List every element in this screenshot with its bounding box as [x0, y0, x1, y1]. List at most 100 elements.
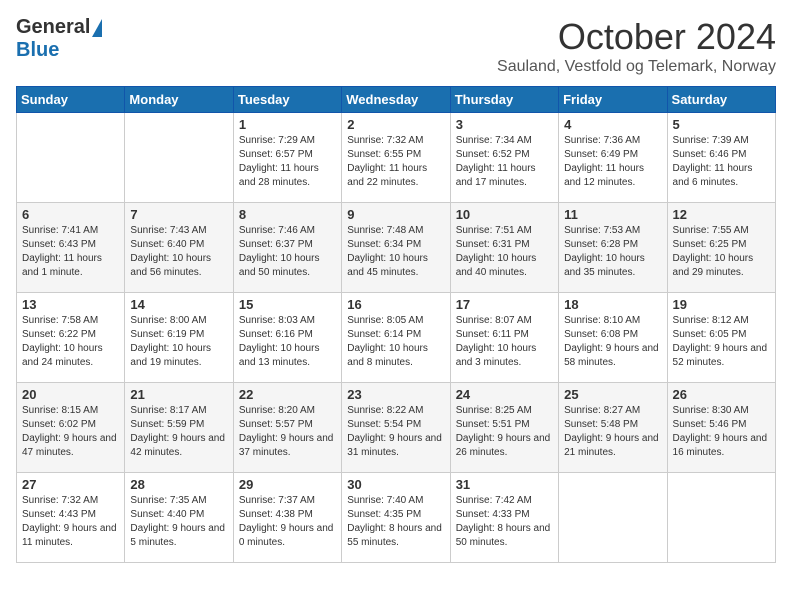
day-number: 28	[130, 477, 227, 492]
table-row: 28 Sunrise: 7:35 AMSunset: 4:40 PMDayligh…	[125, 473, 233, 563]
day-number: 25	[564, 387, 661, 402]
sunrise-text: Sunrise: 7:39 AM	[673, 134, 770, 148]
table-row	[559, 473, 667, 563]
sunset-text: Sunset: 5:51 PM	[456, 418, 553, 432]
sunset-text: Sunset: 6:16 PM	[239, 328, 336, 342]
sunset-text: Sunset: 5:57 PM	[239, 418, 336, 432]
header-friday: Friday	[559, 87, 667, 113]
sunrise-text: Sunrise: 8:20 AM	[239, 404, 336, 418]
table-row: 9Sunrise: 7:48 AMSunset: 6:34 PMDaylight…	[342, 203, 450, 293]
table-row: 26Sunrise: 8:30 AMSunset: 5:46 PMDayligh…	[667, 383, 775, 473]
sunset-text: Sunset: 6:31 PM	[456, 238, 553, 252]
day-info: Sunrise: 8:17 AMSunset: 5:59 PMDaylight:…	[130, 404, 227, 460]
day-info: Sunrise: 7:53 AMSunset: 6:28 PMDaylight:…	[564, 224, 661, 280]
sunset-text: Sunset: 6:34 PM	[347, 238, 444, 252]
daylight-text: Daylight: 9 hours and 26 minutes.	[456, 432, 553, 460]
table-row: 4Sunrise: 7:36 AMSunset: 6:49 PMDaylight…	[559, 113, 667, 203]
header-wednesday: Wednesday	[342, 87, 450, 113]
table-row: 11 Sunrise: 7:53 AMSunset: 6:28 PMDayligh…	[559, 203, 667, 293]
daylight-text: Daylight: 11 hours and 12 minutes.	[564, 162, 661, 190]
sunrise-text: Sunrise: 8:12 AM	[673, 314, 770, 328]
logo-triangle-icon	[92, 19, 102, 37]
sunrise-text: Sunrise: 7:43 AM	[130, 224, 227, 238]
calendar-week-row: 20Sunrise: 8:15 AMSunset: 6:02 PMDayligh…	[17, 383, 776, 473]
day-info: Sunrise: 7:32 AMSunset: 6:55 PMDaylight:…	[347, 134, 444, 190]
table-row: 2Sunrise: 7:32 AMSunset: 6:55 PMDaylight…	[342, 113, 450, 203]
day-info: Sunrise: 8:12 AMSunset: 6:05 PMDaylight:…	[673, 314, 770, 370]
table-row: 7Sunrise: 7:43 AMSunset: 6:40 PMDaylight…	[125, 203, 233, 293]
header-thursday: Thursday	[450, 87, 558, 113]
daylight-text: Daylight: 10 hours and 24 minutes.	[22, 342, 119, 370]
daylight-text: Daylight: 11 hours and 6 minutes.	[673, 162, 770, 190]
sunrise-text: Sunrise: 7:32 AM	[347, 134, 444, 148]
day-info: Sunrise: 7:37 AMSunset: 4:38 PMDaylight:…	[239, 494, 336, 550]
sunset-text: Sunset: 6:11 PM	[456, 328, 553, 342]
sunset-text: Sunset: 6:46 PM	[673, 148, 770, 162]
sunset-text: Sunset: 5:59 PM	[130, 418, 227, 432]
daylight-text: Daylight: 10 hours and 45 minutes.	[347, 252, 444, 280]
day-number: 5	[673, 117, 770, 132]
day-number: 3	[456, 117, 553, 132]
day-number: 11	[564, 207, 661, 222]
table-row: 16Sunrise: 8:05 AMSunset: 6:14 PMDayligh…	[342, 293, 450, 383]
daylight-text: Daylight: 10 hours and 56 minutes.	[130, 252, 227, 280]
day-info: Sunrise: 7:29 AMSunset: 6:57 PMDaylight:…	[239, 134, 336, 190]
sunset-text: Sunset: 4:40 PM	[130, 508, 227, 522]
sunrise-text: Sunrise: 7:55 AM	[673, 224, 770, 238]
sunrise-text: Sunrise: 7:46 AM	[239, 224, 336, 238]
sunset-text: Sunset: 4:38 PM	[239, 508, 336, 522]
table-row: 13Sunrise: 7:58 AMSunset: 6:22 PMDayligh…	[17, 293, 125, 383]
sunrise-text: Sunrise: 8:03 AM	[239, 314, 336, 328]
sunrise-text: Sunrise: 8:30 AM	[673, 404, 770, 418]
table-row: 25 Sunrise: 8:27 AMSunset: 5:48 PMDayligh…	[559, 383, 667, 473]
day-number: 12	[673, 207, 770, 222]
sunset-text: Sunset: 6:28 PM	[564, 238, 661, 252]
day-number: 23	[347, 387, 444, 402]
table-row: 29Sunrise: 7:37 AMSunset: 4:38 PMDayligh…	[233, 473, 341, 563]
sunrise-text: Sunrise: 8:15 AM	[22, 404, 119, 418]
sunset-text: Sunset: 5:54 PM	[347, 418, 444, 432]
daylight-text: Daylight: 10 hours and 40 minutes.	[456, 252, 553, 280]
weekday-header-row: Sunday Monday Tuesday Wednesday Thursday…	[17, 87, 776, 113]
sunrise-text: Sunrise: 7:32 AM	[22, 494, 119, 508]
location-subtitle: Sauland, Vestfold og Telemark, Norway	[497, 58, 776, 76]
sunrise-text: Sunrise: 7:35 AM	[130, 494, 227, 508]
calendar-week-row: 1Sunrise: 7:29 AMSunset: 6:57 PMDaylight…	[17, 113, 776, 203]
table-row: 27Sunrise: 7:32 AMSunset: 4:43 PMDayligh…	[17, 473, 125, 563]
daylight-text: Daylight: 10 hours and 3 minutes.	[456, 342, 553, 370]
day-info: Sunrise: 8:00 AMSunset: 6:19 PMDaylight:…	[130, 314, 227, 370]
day-number: 13	[22, 297, 119, 312]
sunrise-text: Sunrise: 7:34 AM	[456, 134, 553, 148]
table-row: 3 Sunrise: 7:34 AMSunset: 6:52 PMDaylight…	[450, 113, 558, 203]
day-info: Sunrise: 7:48 AMSunset: 6:34 PMDaylight:…	[347, 224, 444, 280]
table-row: 31Sunrise: 7:42 AMSunset: 4:33 PMDayligh…	[450, 473, 558, 563]
sunrise-text: Sunrise: 7:42 AM	[456, 494, 553, 508]
sunset-text: Sunset: 6:40 PM	[130, 238, 227, 252]
sunset-text: Sunset: 6:55 PM	[347, 148, 444, 162]
day-info: Sunrise: 8:27 AMSunset: 5:48 PMDaylight:…	[564, 404, 661, 460]
day-info: Sunrise: 7:34 AMSunset: 6:52 PMDaylight:…	[456, 134, 553, 190]
daylight-text: Daylight: 9 hours and 5 minutes.	[130, 522, 227, 550]
day-number: 30	[347, 477, 444, 492]
sunset-text: Sunset: 6:25 PM	[673, 238, 770, 252]
sunset-text: Sunset: 4:43 PM	[22, 508, 119, 522]
day-info: Sunrise: 8:10 AMSunset: 6:08 PMDaylight:…	[564, 314, 661, 370]
daylight-text: Daylight: 10 hours and 8 minutes.	[347, 342, 444, 370]
logo-blue: Blue	[16, 39, 59, 62]
header-saturday: Saturday	[667, 87, 775, 113]
daylight-text: Daylight: 10 hours and 50 minutes.	[239, 252, 336, 280]
daylight-text: Daylight: 9 hours and 16 minutes.	[673, 432, 770, 460]
header-tuesday: Tuesday	[233, 87, 341, 113]
table-row	[125, 113, 233, 203]
table-row: 19Sunrise: 8:12 AMSunset: 6:05 PMDayligh…	[667, 293, 775, 383]
daylight-text: Daylight: 11 hours and 17 minutes.	[456, 162, 553, 190]
calendar-week-row: 6Sunrise: 7:41 AMSunset: 6:43 PMDaylight…	[17, 203, 776, 293]
sunrise-text: Sunrise: 7:48 AM	[347, 224, 444, 238]
day-info: Sunrise: 7:42 AMSunset: 4:33 PMDaylight:…	[456, 494, 553, 550]
table-row: 17Sunrise: 8:07 AMSunset: 6:11 PMDayligh…	[450, 293, 558, 383]
sunset-text: Sunset: 5:48 PM	[564, 418, 661, 432]
sunset-text: Sunset: 6:08 PM	[564, 328, 661, 342]
day-number: 8	[239, 207, 336, 222]
day-number: 16	[347, 297, 444, 312]
header-sunday: Sunday	[17, 87, 125, 113]
